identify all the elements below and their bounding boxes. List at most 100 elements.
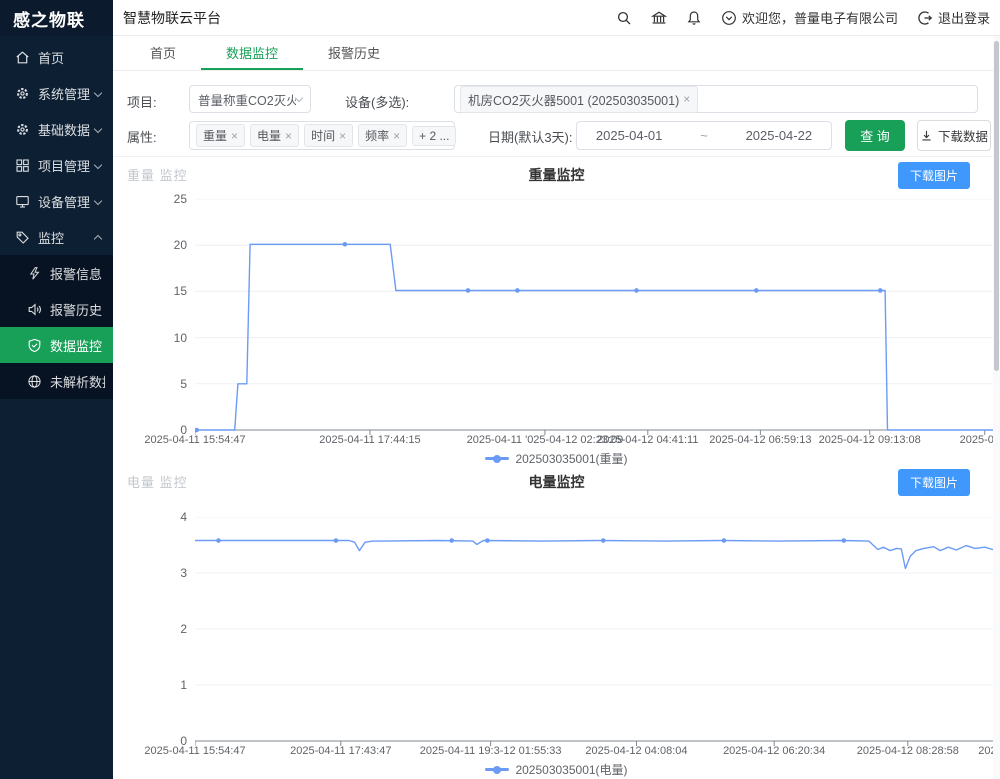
x-tick-label: 2025-04-12 09:13:08 <box>819 434 921 446</box>
chart-canvas[interactable] <box>195 517 1000 747</box>
date-start-input[interactable]: 2025-04-01 <box>596 128 663 143</box>
project-select-value: 普量称重CO2灭火器 <box>198 90 296 109</box>
legend-line-marker <box>485 768 509 771</box>
attribute-label: 属性: <box>127 127 157 146</box>
weight-chart-card: 重量 监控 重量监控 下载图片 05101520252025-04-11 15:… <box>113 157 1000 464</box>
attribute-tag-close-icon[interactable]: × <box>393 130 400 142</box>
device-tag: 机房CO2灭火器5001 (202503035001) × <box>460 86 698 113</box>
y-tick-label: 15 <box>141 284 187 298</box>
date-separator: ~ <box>700 128 708 143</box>
sidebar-item-系统管理[interactable]: 系统管理 <box>0 75 113 111</box>
date-range-picker[interactable]: 2025-04-01 ~ 2025-04-22 <box>576 121 832 150</box>
y-tick-label: 2 <box>141 622 187 636</box>
attribute-tag-时间: 时间 × <box>304 124 353 147</box>
chart-canvas[interactable] <box>195 199 1000 436</box>
battery-chart-card: 电量 监控 电量监控 下载图片 012342025-04-11 15:54:47… <box>113 464 1000 779</box>
chart-title: 重量监控 <box>113 165 1000 185</box>
attribute-tag-label: 时间 <box>311 127 335 144</box>
tab-数据监控[interactable]: 数据监控 <box>201 36 303 70</box>
x-tick-label: 2025-04-12 08:28:58 <box>857 745 959 757</box>
filter-panel: 项目: 普量称重CO2灭火器 设备(多选): 机房CO2灭火器5001 (202… <box>113 71 1000 157</box>
logout-button[interactable]: 退出登录 <box>917 8 990 27</box>
attribute-multiselect[interactable]: 重量×电量×时间×频率×+ 2 ... <box>189 121 455 150</box>
sidebar-item-label: 首页 <box>38 48 105 67</box>
tab-bar: 首页数据监控报警历史 <box>113 36 1000 71</box>
bank-icon[interactable] <box>651 10 667 26</box>
grid-icon <box>15 158 30 173</box>
chart-title: 电量监控 <box>113 472 1000 492</box>
search-icon[interactable] <box>616 10 632 26</box>
top-header: 智慧物联云平台 欢迎您，普量电子有限公司 退出登录 <box>113 0 1000 36</box>
scrollbar-thumb[interactable] <box>994 41 999 371</box>
attribute-tag-电量: 电量 × <box>250 124 299 147</box>
download-data-button[interactable]: 下载数据 <box>917 120 991 151</box>
sidebar-item-label: 设备管理 <box>38 192 95 211</box>
tab-报警历史[interactable]: 报警历史 <box>303 36 405 70</box>
sidebar-item-label: 基础数据 <box>38 120 95 139</box>
sidebar-item-label: 项目管理 <box>38 156 95 175</box>
attribute-tag-close-icon[interactable]: × <box>231 130 238 142</box>
alarm-speaker-icon <box>27 302 42 317</box>
chevron-down-icon <box>94 89 102 97</box>
project-select[interactable]: 普量称重CO2灭火器 <box>189 85 311 113</box>
app-logo: 感之物联 <box>0 0 113 36</box>
date-end-input[interactable]: 2025-04-22 <box>746 128 813 143</box>
y-tick-label: 25 <box>141 192 187 206</box>
attribute-tag-label: 电量 <box>257 127 281 144</box>
date-label: 日期(默认3天): <box>488 127 573 146</box>
x-tick-label: 2025-04-11 15:54:47 <box>144 434 245 446</box>
sidebar-subitem-label: 未解析数据 <box>50 372 105 391</box>
attribute-tag-重量: 重量 × <box>196 124 245 147</box>
chevron-down-icon <box>94 161 102 169</box>
sidebar-item-项目管理[interactable]: 项目管理 <box>0 147 113 183</box>
welcome-text: 欢迎您，普量电子有限公司 <box>742 8 898 27</box>
user-circle-chevron-icon <box>721 10 737 26</box>
sidebar-subitem-数据监控[interactable]: 数据监控 <box>0 327 113 363</box>
download-image-button[interactable]: 下载图片 <box>898 469 970 496</box>
attribute-tag-close-icon[interactable]: × <box>339 130 346 142</box>
scrollbar-track[interactable] <box>993 36 1000 779</box>
sidebar-submenu: 报警信息报警历史数据监控未解析数据 <box>0 255 113 399</box>
sidebar-item-label: 监控 <box>38 228 95 247</box>
y-tick-label: 1 <box>141 678 187 692</box>
page-title: 智慧物联云平台 <box>123 8 221 28</box>
x-tick-label: 2025-04-12 06:59:13 <box>709 434 811 446</box>
device-multiselect[interactable]: 机房CO2灭火器5001 (202503035001) × <box>454 85 978 113</box>
tab-首页[interactable]: 首页 <box>125 36 201 70</box>
y-tick-label: 4 <box>141 510 187 524</box>
y-tick-label: 20 <box>141 238 187 252</box>
bell-icon[interactable] <box>686 10 702 26</box>
device-icon <box>15 194 30 209</box>
legend-dot-marker <box>493 455 501 463</box>
sidebar-subitem-报警信息[interactable]: 报警信息 <box>0 255 113 291</box>
chart-legend[interactable]: 202503035001(电量) <box>113 761 1000 778</box>
attribute-overflow-tag[interactable]: + 2 ... <box>412 126 456 146</box>
device-tag-close-icon[interactable]: × <box>683 93 690 105</box>
home-icon <box>15 50 30 65</box>
download-image-button[interactable]: 下载图片 <box>898 162 970 189</box>
main-content: 项目: 普量称重CO2灭火器 设备(多选): 机房CO2灭火器5001 (202… <box>113 71 1000 779</box>
x-tick-label: 2025-04-12 04:41:11 <box>597 434 698 446</box>
sidebar-subitem-label: 报警历史 <box>50 300 105 319</box>
sidebar-item-首页[interactable]: 首页 <box>0 39 113 75</box>
gear-icon <box>15 86 30 101</box>
gear-icon <box>15 122 30 137</box>
y-tick-label: 3 <box>141 566 187 580</box>
sidebar-subitem-label: 报警信息 <box>50 264 105 283</box>
sidebar-subitem-未解析数据[interactable]: 未解析数据 <box>0 363 113 399</box>
sidebar-item-设备管理[interactable]: 设备管理 <box>0 183 113 219</box>
legend-dot-marker <box>493 766 501 774</box>
user-menu[interactable]: 欢迎您，普量电子有限公司 <box>721 8 898 27</box>
sidebar-subitem-报警历史[interactable]: 报警历史 <box>0 291 113 327</box>
query-button[interactable]: 查 询 <box>845 120 905 151</box>
legend-label: 202503035001(电量) <box>515 761 627 778</box>
sidebar-item-基础数据[interactable]: 基础数据 <box>0 111 113 147</box>
logout-icon <box>917 10 933 26</box>
y-tick-label: 5 <box>141 377 187 391</box>
attribute-tag-label: 重量 <box>203 127 227 144</box>
sidebar-item-监控[interactable]: 监控 <box>0 219 113 255</box>
sidebar-menu: 首页系统管理基础数据项目管理设备管理监控报警信息报警历史数据监控未解析数据 <box>0 36 113 399</box>
attribute-tag-close-icon[interactable]: × <box>285 130 292 142</box>
alarm-flash-icon <box>27 266 42 281</box>
device-tag-label: 机房CO2灭火器5001 (202503035001) <box>468 90 679 109</box>
